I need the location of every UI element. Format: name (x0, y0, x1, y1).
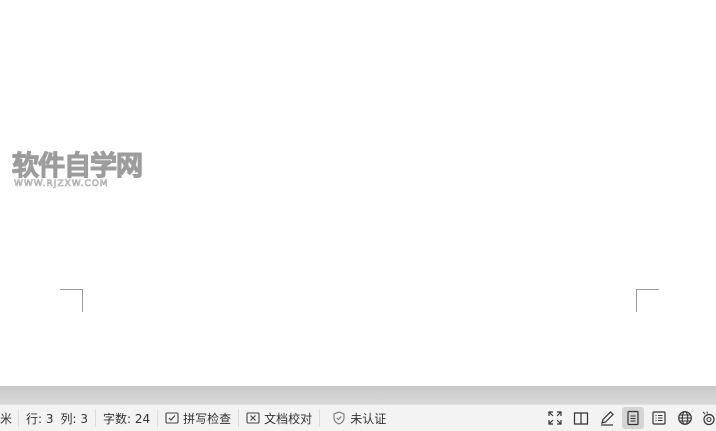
word-count-label: 字数: 24 (103, 411, 151, 426)
spell-check-icon (165, 411, 179, 425)
status-row[interactable]: 行: 3 (19, 405, 61, 431)
document-window: 软件自学网 WWW.RJZXW.COM 米 行: 3 列: 3 字数: 24 拼… (0, 0, 716, 431)
web-view-button[interactable] (674, 407, 696, 429)
doc-proof-icon (246, 411, 260, 425)
eye-protect-button[interactable] (700, 407, 716, 429)
status-column[interactable]: 列: 3 (61, 405, 96, 431)
fullscreen-button[interactable] (544, 407, 566, 429)
doc-proof-button[interactable]: 文档校对 (239, 405, 319, 431)
certification-status[interactable]: 未认证 (320, 405, 393, 431)
spell-check-button[interactable]: 拼写检查 (158, 405, 238, 431)
page-view-button[interactable] (622, 407, 644, 429)
status-row-label: 行: 3 (26, 411, 54, 426)
watermark-logo: 软件自学网 WWW.RJZXW.COM (11, 149, 143, 189)
status-column-label: 列: 3 (60, 411, 89, 426)
status-bar: 米 行: 3 列: 3 字数: 24 拼写检查 文档校对 未认证 (0, 404, 716, 431)
shield-icon (332, 411, 346, 425)
status-unit-label: 米 (0, 411, 13, 426)
view-mode-group (542, 405, 716, 431)
fullscreen-icon (548, 411, 562, 425)
spell-check-label: 拼写检查 (183, 411, 232, 426)
outline-icon (652, 411, 666, 425)
pencil-icon (601, 411, 614, 426)
edit-view-button[interactable] (596, 407, 618, 429)
book-icon (573, 412, 589, 425)
outline-view-button[interactable] (648, 407, 670, 429)
reading-view-button[interactable] (570, 407, 592, 429)
globe-icon (678, 411, 692, 425)
page-icon (627, 410, 639, 426)
certification-label: 未认证 (350, 411, 387, 426)
eye-protect-icon (702, 411, 715, 426)
page-margin-corner-left (60, 289, 83, 312)
document-page[interactable]: 软件自学网 WWW.RJZXW.COM (0, 0, 716, 386)
page-gap-band (0, 386, 716, 404)
doc-proof-label: 文档校对 (264, 411, 313, 426)
watermark-text: 软件自学网 (12, 150, 142, 182)
status-word-count[interactable]: 字数: 24 (96, 405, 157, 431)
page-margin-corner-right (636, 289, 659, 312)
watermark-subtext: WWW.RJZXW.COM (14, 179, 109, 189)
status-unit-fragment: 米 (0, 405, 18, 431)
